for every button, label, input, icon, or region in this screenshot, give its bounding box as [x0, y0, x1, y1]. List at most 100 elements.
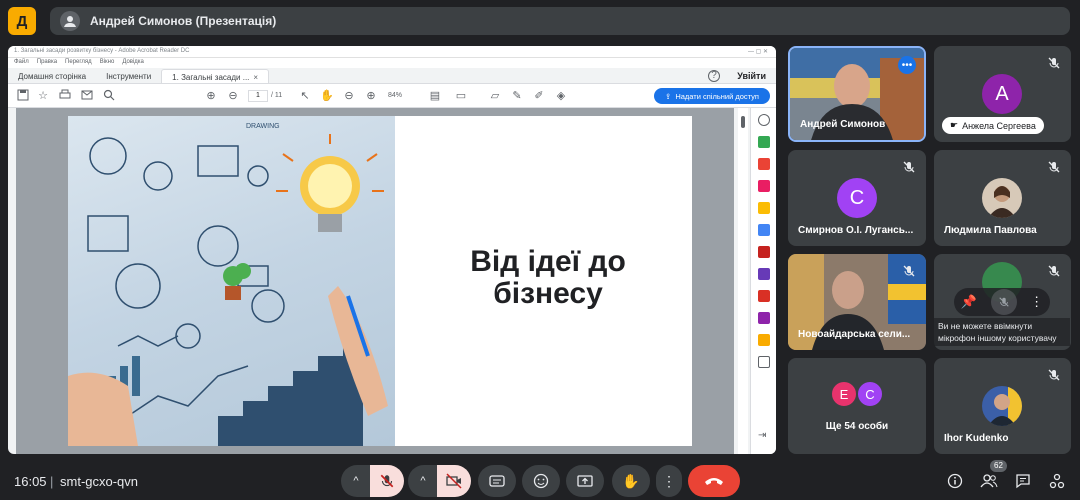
- participant-name: Андрей Симонов: [800, 119, 886, 130]
- participant-tile[interactable]: Новоайдарська сели...: [788, 254, 926, 350]
- avatar: С: [856, 380, 884, 408]
- participant-name: Анжела Сергеева: [962, 120, 1036, 131]
- menu-item-window[interactable]: Вікно: [100, 59, 115, 67]
- scan-tool-icon[interactable]: [758, 334, 770, 346]
- edit-pdf-icon[interactable]: [758, 180, 770, 192]
- menu-item-view[interactable]: Перегляд: [65, 59, 92, 67]
- sign-in-link[interactable]: Увійти: [737, 71, 766, 81]
- mic-off-icon: [1048, 369, 1060, 381]
- share-button-label: Надати спільний доступ: [675, 91, 759, 101]
- presenter-chip[interactable]: Андрей Симонов (Презентація): [50, 7, 1070, 35]
- more-options-button[interactable]: ⋮: [656, 465, 682, 497]
- separator: |: [50, 474, 54, 489]
- select-arrow-icon[interactable]: ↖: [298, 89, 312, 103]
- tab-home-label: Домашня сторінка: [18, 72, 87, 81]
- participant-hover-controls: 📌 ⋮: [954, 288, 1050, 316]
- highlight-icon[interactable]: ✐: [532, 89, 546, 103]
- expand-icon[interactable]: ⇥: [758, 430, 770, 442]
- page-total: / 11: [271, 92, 283, 99]
- participant-tile[interactable]: Людмила Павлова: [934, 150, 1071, 246]
- share-button[interactable]: ⇪ Надати спільний доступ: [654, 88, 770, 104]
- search-icon[interactable]: [102, 89, 116, 103]
- participant-tile[interactable]: Ihor Kudenko: [934, 358, 1071, 454]
- tab-tools[interactable]: Інструменти: [96, 69, 161, 83]
- camera-toggle-button[interactable]: [437, 465, 471, 497]
- zoom-level[interactable]: 84%: [388, 92, 402, 99]
- fit-page-icon[interactable]: ▤: [428, 89, 442, 103]
- protect-icon[interactable]: [758, 268, 770, 280]
- audio-settings-caret[interactable]: ^: [341, 465, 371, 497]
- leave-call-button[interactable]: [688, 465, 740, 497]
- participant-tile[interactable]: 📌 ⋮ Ви не можете ввімкнути мікрофон іншо…: [934, 254, 1071, 350]
- avatar: С: [837, 178, 877, 218]
- participant-tile[interactable]: Е С Ще 54 особи: [788, 358, 926, 454]
- print-icon[interactable]: [58, 89, 72, 103]
- more-vert-icon[interactable]: ⋮: [1030, 294, 1043, 310]
- mute-participant-button[interactable]: [990, 289, 1017, 315]
- menu-item-help[interactable]: Довідка: [122, 59, 144, 67]
- scan-icon[interactable]: ▭: [454, 89, 468, 103]
- reactions-button[interactable]: [522, 465, 560, 497]
- pen-icon[interactable]: ✎: [510, 89, 524, 103]
- tools-rail: ⇥: [750, 108, 776, 454]
- star-icon[interactable]: ☆: [36, 89, 50, 103]
- combine-icon[interactable]: [758, 224, 770, 236]
- send-icon[interactable]: [758, 312, 770, 324]
- more-vert-icon: ⋮: [662, 472, 676, 489]
- participant-tile[interactable]: А ☛ Анжела Сергеева: [934, 46, 1071, 142]
- business-idea-illustration: DRAWING: [68, 116, 395, 446]
- people-icon[interactable]: [980, 472, 998, 490]
- chat-icon[interactable]: [1014, 472, 1032, 490]
- mail-icon[interactable]: [80, 89, 94, 103]
- comment-tool-icon[interactable]: [758, 202, 770, 214]
- tab-home[interactable]: Домашня сторінка: [8, 69, 96, 83]
- emoji-icon: [533, 473, 549, 489]
- participant-tile[interactable]: С Смирнов О.І. Лугансь...: [788, 150, 926, 246]
- meeting-details-icon[interactable]: [946, 472, 964, 490]
- mic-toggle-button[interactable]: [370, 465, 404, 497]
- more-tools-icon[interactable]: [758, 356, 770, 368]
- captions-icon: [489, 475, 505, 487]
- help-icon[interactable]: ?: [708, 70, 720, 82]
- bottom-bar: 16:05 | smt-gcxo-qvn ^ ^ ✋ ⋮ 62: [0, 460, 1080, 500]
- sign-icon[interactable]: ◈: [554, 89, 568, 103]
- menu-bar: Файл Правка Перегляд Вікно Довідка: [8, 58, 776, 68]
- create-pdf-icon[interactable]: [758, 158, 770, 170]
- save-icon[interactable]: [16, 89, 30, 103]
- raise-hand-button[interactable]: ✋: [612, 465, 650, 497]
- present-button[interactable]: [566, 465, 604, 497]
- more-options-icon[interactable]: •••: [898, 56, 916, 74]
- zoom-out-icon[interactable]: ⊖: [342, 89, 356, 103]
- hand-icon[interactable]: ✋: [320, 89, 334, 103]
- zoom-in-icon[interactable]: ⊕: [364, 89, 378, 103]
- participant-tile[interactable]: ••• Андрей Симонов: [788, 46, 926, 142]
- menu-item-edit[interactable]: Правка: [37, 59, 57, 67]
- participant-name: Людмила Павлова: [944, 225, 1037, 236]
- tab-document-label: 1. Загальні засади ...: [172, 73, 250, 82]
- scroll-thumb[interactable]: [741, 116, 745, 128]
- document-viewport[interactable]: DRAWING Від ідеї до бізнесу: [16, 108, 734, 454]
- pin-icon[interactable]: 📌: [961, 294, 977, 310]
- mic-off-icon: [903, 265, 915, 277]
- more-participants-label: Ще 54 особи: [825, 421, 889, 432]
- page-down-icon[interactable]: ⊖: [226, 89, 240, 103]
- avatar: Е: [830, 380, 858, 408]
- page-number-input[interactable]: 1: [248, 90, 268, 102]
- tab-document[interactable]: 1. Загальні засади ... ×: [161, 69, 270, 83]
- camera-off-icon: [446, 473, 462, 489]
- video-settings-caret[interactable]: ^: [408, 465, 438, 497]
- comment-icon[interactable]: ▱: [488, 89, 502, 103]
- organize-icon[interactable]: [758, 290, 770, 302]
- vertical-scrollbar[interactable]: [738, 108, 748, 454]
- captions-button[interactable]: [478, 465, 516, 497]
- export-pdf-icon[interactable]: [758, 136, 770, 148]
- zoom-tool-icon[interactable]: [758, 114, 770, 126]
- mic-off-icon: [1048, 161, 1060, 173]
- top-bar: Д Андрей Симонов (Презентація): [0, 0, 1080, 42]
- page-up-icon[interactable]: ⊕: [204, 89, 218, 103]
- mic-off-icon: [903, 161, 915, 173]
- tab-close-icon[interactable]: ×: [253, 73, 258, 82]
- menu-item-file[interactable]: Файл: [14, 59, 29, 67]
- fill-sign-icon[interactable]: [758, 246, 770, 258]
- activities-icon[interactable]: [1048, 472, 1066, 490]
